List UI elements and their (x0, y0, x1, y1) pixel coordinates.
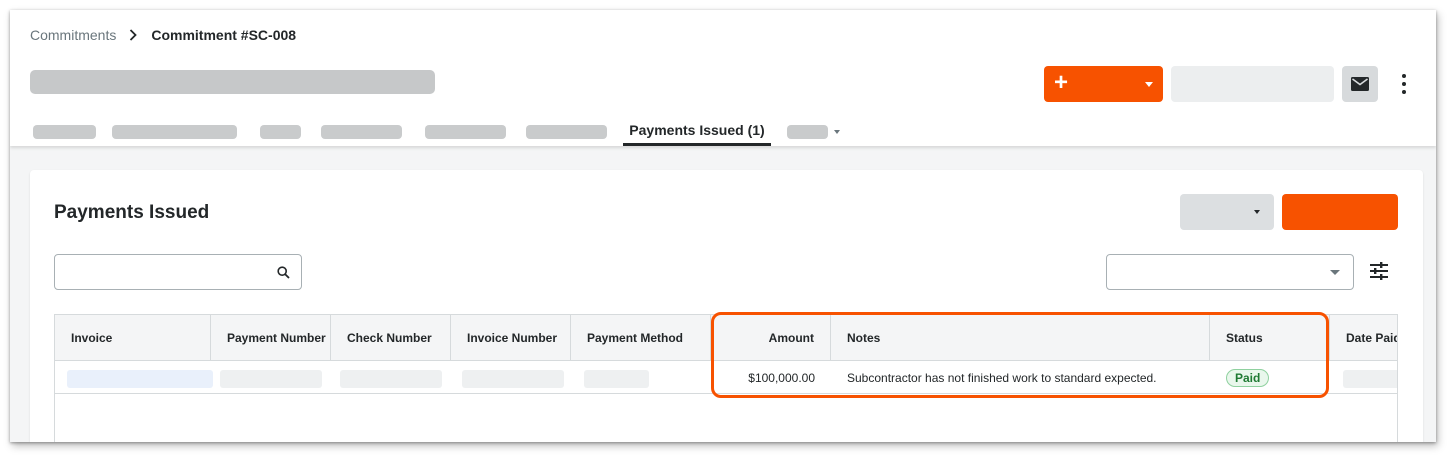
tab-payments-issued[interactable]: Payments Issued (1) (623, 122, 771, 146)
sliders-icon[interactable] (1369, 261, 1389, 281)
column-header-date-paid[interactable]: Date Paid (1330, 315, 1397, 361)
payment-method-placeholder (584, 370, 649, 388)
invoice-link-placeholder[interactable] (67, 370, 213, 388)
notes-cell: Subcontractor has not finished work to s… (847, 371, 1157, 385)
table-header: Invoice Payment Number Check Number Invo… (55, 315, 1397, 361)
export-button[interactable] (1171, 66, 1334, 102)
status-badge: Paid (1226, 369, 1270, 387)
tab-general[interactable] (33, 125, 96, 139)
column-header-payment-method[interactable]: Payment Method (571, 315, 711, 361)
page-header: Commitments Commitment #SC-008 + Payment… (10, 10, 1436, 146)
payments-card: Payments Issued Invoice Payment Number C… (30, 170, 1423, 442)
column-header-status[interactable]: Status (1210, 315, 1330, 361)
column-header-payment-number[interactable]: Payment Number (211, 315, 331, 361)
tab-more[interactable] (787, 125, 828, 139)
chevron-down-icon (1254, 210, 1260, 214)
breadcrumb-current: Commitment #SC-008 (151, 27, 297, 43)
card-title: Payments Issued (54, 202, 210, 223)
chevron-down-icon (834, 130, 840, 134)
chevron-down-icon (1330, 270, 1340, 275)
search-icon (277, 266, 290, 279)
tab-schedule-of-values[interactable] (112, 125, 237, 139)
tab-item-3[interactable] (260, 125, 301, 139)
column-header-invoice[interactable]: Invoice (55, 315, 211, 361)
page-title-placeholder (30, 70, 435, 94)
create-button-label: + (1054, 69, 1069, 96)
breadcrumb: Commitments Commitment #SC-008 (30, 27, 296, 43)
column-header-notes[interactable]: Notes (831, 315, 1210, 361)
payments-table: Invoice Payment Number Check Number Invo… (54, 314, 1398, 442)
primary-action-button[interactable] (1282, 194, 1398, 230)
tab-item-5[interactable] (425, 125, 506, 139)
status-cell: Paid (1226, 362, 1326, 394)
invoice-number-placeholder (462, 370, 564, 388)
chevron-down-icon (1145, 81, 1153, 87)
check-number-placeholder (340, 370, 442, 388)
column-header-amount[interactable]: Amount (711, 315, 831, 361)
date-paid-placeholder (1343, 370, 1397, 388)
tab-item-6[interactable] (526, 125, 607, 139)
filter-select[interactable] (1106, 254, 1354, 290)
email-button[interactable] (1342, 66, 1378, 102)
table-row[interactable]: $100,000.00 Subcontractor has not finish… (55, 362, 1397, 394)
more-vertical-icon[interactable] (1394, 70, 1414, 98)
app-window: Commitments Commitment #SC-008 + Payment… (10, 10, 1436, 442)
payment-number-placeholder (220, 370, 322, 388)
create-button[interactable]: + (1044, 66, 1163, 102)
column-header-check-number[interactable]: Check Number (331, 315, 451, 361)
column-header-invoice-number[interactable]: Invoice Number (451, 315, 571, 361)
breadcrumb-commitments-link[interactable]: Commitments (30, 27, 116, 43)
search-input[interactable] (54, 254, 302, 290)
view-select[interactable] (1180, 194, 1274, 230)
tab-item-4[interactable] (321, 125, 402, 139)
mail-icon (1351, 77, 1369, 91)
chevron-right-icon (129, 29, 138, 41)
amount-cell: $100,000.00 (748, 371, 815, 385)
